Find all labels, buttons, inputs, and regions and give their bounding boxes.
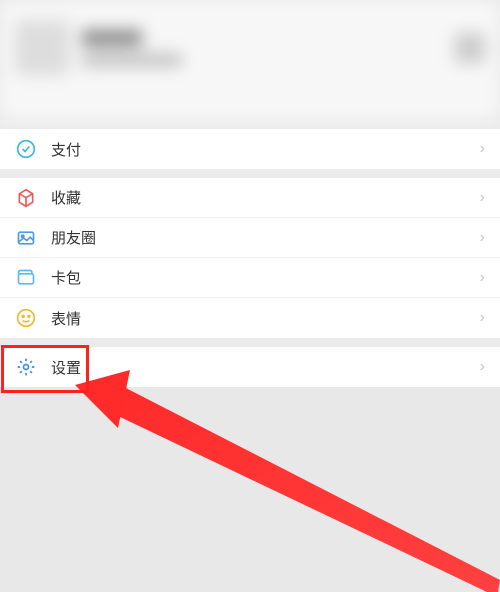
list-item-cards[interactable]: 卡包 › [0, 258, 500, 298]
stickers-icon [15, 307, 37, 329]
chevron-right-icon: › [480, 269, 485, 287]
list-item-label: 表情 [51, 308, 480, 329]
profile-id [82, 54, 182, 66]
favorites-icon [15, 187, 37, 209]
chevron-right-icon: › [480, 358, 485, 376]
section-gap [0, 338, 500, 347]
section-gap [0, 120, 500, 129]
list-item-moments[interactable]: 朋友圈 › [0, 218, 500, 258]
list-item-label: 设置 [51, 357, 480, 378]
list-item-label: 收藏 [51, 187, 480, 208]
cards-icon [15, 267, 37, 289]
pay-icon [15, 138, 37, 160]
list-item-label: 卡包 [51, 267, 480, 288]
qr-icon [455, 33, 485, 63]
chevron-right-icon: › [480, 189, 485, 207]
section-gap [0, 169, 500, 178]
section-pay: 支付 › [0, 129, 500, 169]
section-features: 收藏 › 朋友圈 › 卡包 › [0, 178, 500, 338]
list-item-pay[interactable]: 支付 › [0, 129, 500, 169]
list-item-stickers[interactable]: 表情 › [0, 298, 500, 338]
list-item-favorites[interactable]: 收藏 › [0, 178, 500, 218]
list-item-label: 朋友圈 [51, 227, 480, 248]
chevron-right-icon: › [480, 229, 485, 247]
profile-header[interactable] [0, 0, 500, 120]
moments-icon [15, 227, 37, 249]
chevron-right-icon: › [480, 309, 485, 327]
settings-icon [15, 356, 37, 378]
list-item-settings[interactable]: 设置 › [0, 347, 500, 387]
list-item-label: 支付 [51, 139, 480, 160]
profile-name [82, 30, 142, 46]
section-settings: 设置 › [0, 347, 500, 387]
chevron-right-icon: › [480, 140, 485, 158]
avatar [15, 20, 70, 75]
